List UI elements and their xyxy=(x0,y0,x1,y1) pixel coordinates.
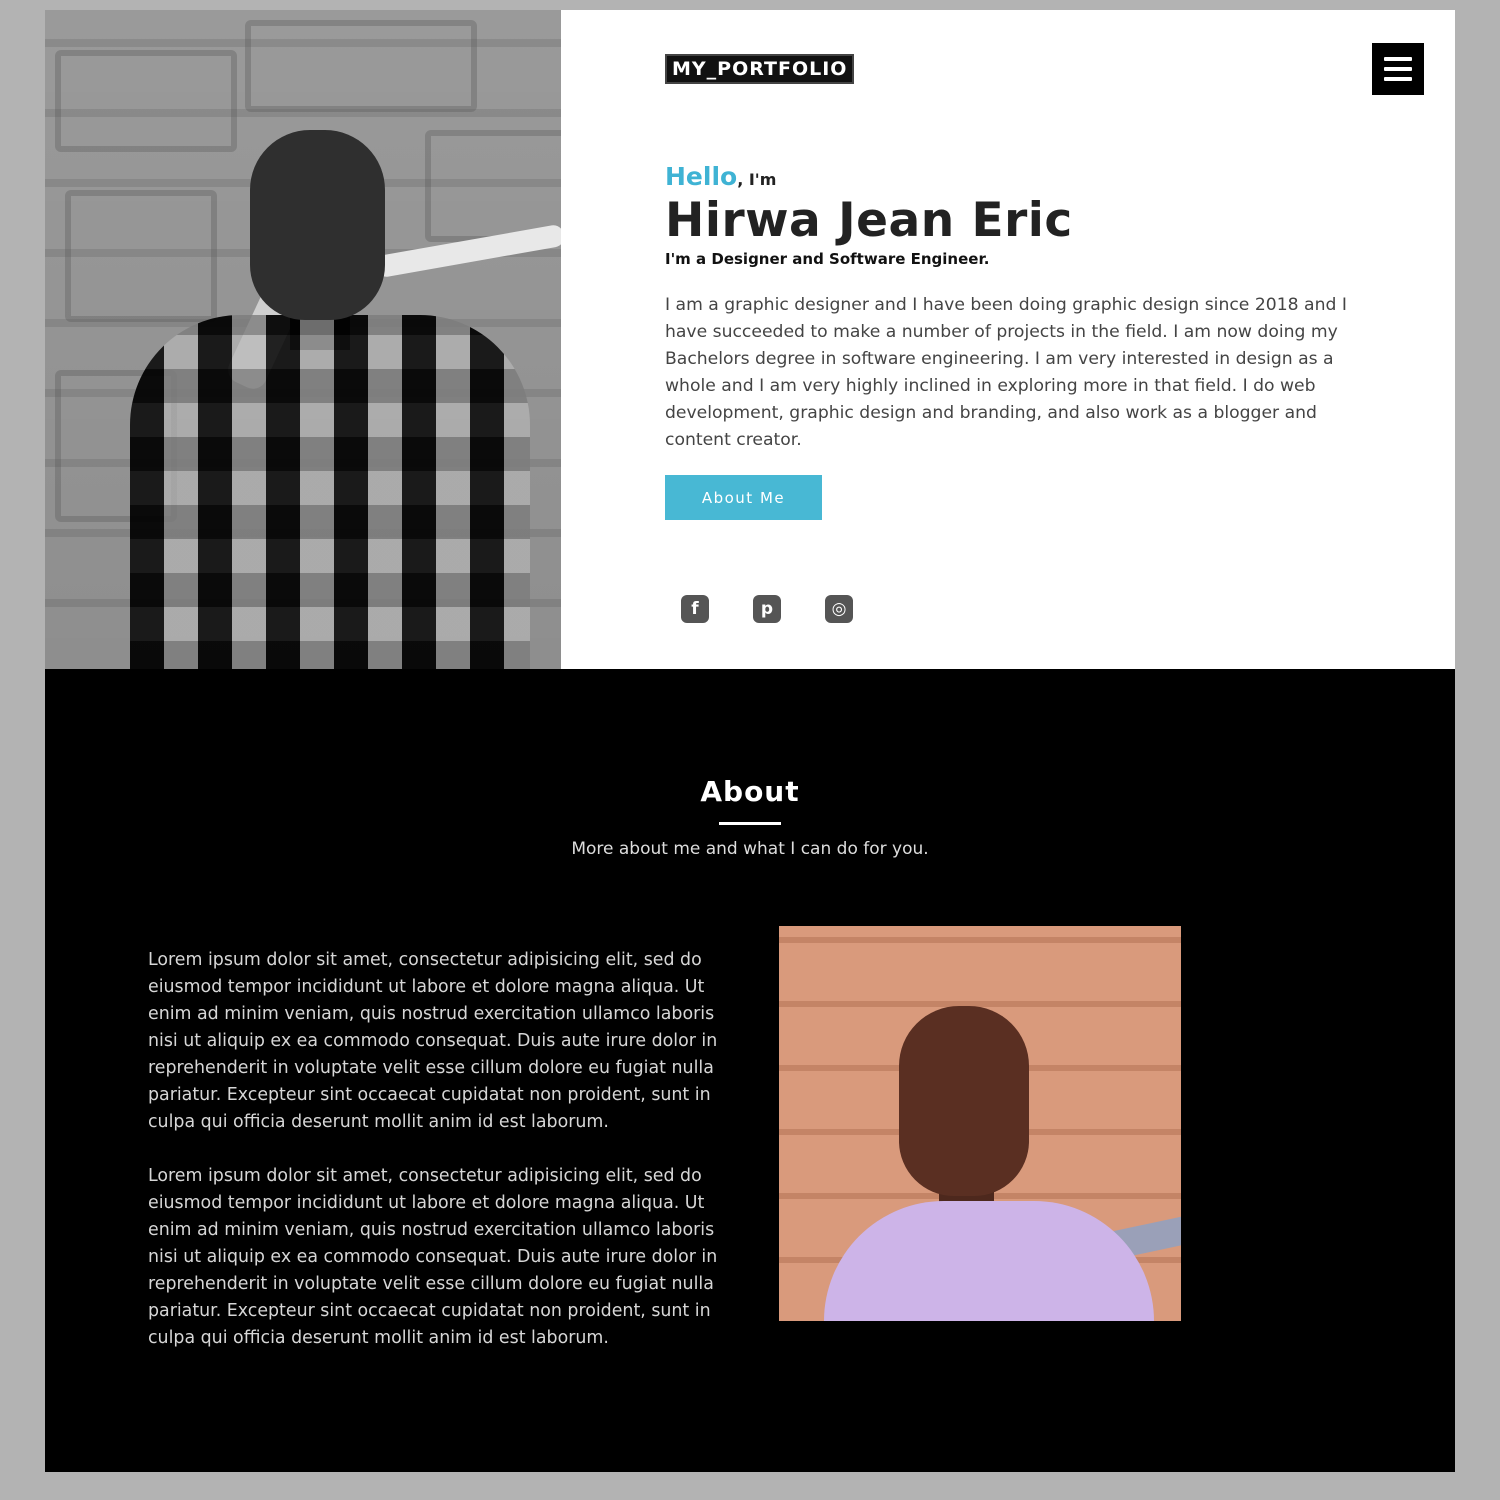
facebook-icon[interactable]: f xyxy=(681,595,709,623)
hero-tagline: I'm a Designer and Software Engineer. xyxy=(665,250,990,268)
site-logo[interactable]: MY_PORTFOLIO xyxy=(665,54,855,84)
instagram-icon[interactable]: ◎ xyxy=(825,595,853,623)
about-portrait-photo xyxy=(779,926,1181,1321)
about-paragraph: Lorem ipsum dolor sit amet, consectetur … xyxy=(148,1166,718,1348)
hero-name: Hirwa Jean Eric xyxy=(665,193,1073,248)
about-title: About xyxy=(700,775,800,808)
hero-portrait-photo xyxy=(45,10,561,669)
about-paragraph: Lorem ipsum dolor sit amet, consectetur … xyxy=(148,950,718,1132)
about-title-underline xyxy=(719,822,781,825)
hero-greeting: Hello, I'm xyxy=(665,162,776,191)
about-text: Lorem ipsum dolor sit amet, consectetur … xyxy=(148,947,743,1379)
portfolio-page: MY_PORTFOLIO Hello, I'm Hirwa Jean Eric … xyxy=(45,10,1455,1472)
about-subtitle: More about me and what I can do for you. xyxy=(571,839,929,859)
hero-bio: I am a graphic designer and I have been … xyxy=(665,295,1347,450)
about-section: About More about me and what I can do fo… xyxy=(45,669,1455,1472)
pinterest-icon[interactable]: p xyxy=(753,595,781,623)
about-me-button[interactable]: About Me xyxy=(665,475,822,520)
hamburger-menu-icon[interactable] xyxy=(1372,43,1424,95)
greeting-word: Hello xyxy=(665,162,738,191)
greeting-suffix: , I'm xyxy=(737,170,777,189)
